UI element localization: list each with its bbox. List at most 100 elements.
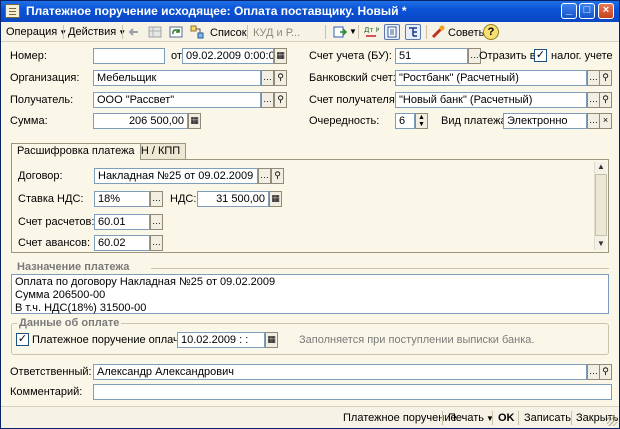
calculator-icon[interactable]: ▦ [269, 191, 282, 207]
structure-icon[interactable] [189, 24, 205, 40]
nds-input[interactable]: 31 500,00 [197, 191, 269, 207]
select-contract-button[interactable]: … [258, 168, 271, 184]
priority-input[interactable]: 6 [395, 113, 415, 129]
responsible-label: Ответственный: [10, 366, 92, 378]
enter-based-icon[interactable] [332, 24, 348, 40]
minimize-button[interactable]: _ [561, 3, 577, 19]
calendar-icon[interactable]: ▦ [265, 332, 278, 348]
reflect-label: Отразить в: [479, 50, 539, 62]
organization-input[interactable]: Мебельщик [93, 70, 261, 86]
resize-grip-icon[interactable] [607, 416, 617, 426]
settlement-account-label: Счет расчетов: [18, 216, 95, 228]
purpose-textarea[interactable]: Оплата по договору Накладная №25 от 09.0… [11, 274, 609, 314]
chevron-down-icon[interactable]: ▼ [349, 24, 357, 40]
paid-hint: Заполняется при поступлении выписки банк… [299, 334, 535, 346]
maximize-button[interactable]: □ [579, 3, 595, 19]
organization-label: Организация: [10, 72, 80, 84]
contract-input[interactable]: Накладная №25 от 09.02.2009 [94, 168, 258, 184]
clear-icon[interactable]: × [599, 113, 612, 129]
recipient-input[interactable]: ООО "Рассвет" [93, 92, 261, 108]
calculator-icon[interactable]: ▦ [188, 113, 201, 129]
contract-label: Договор: [18, 170, 63, 182]
tax-accounting-checkbox[interactable]: ✓ [534, 49, 547, 62]
toolbar-separator [325, 25, 326, 39]
sum-input[interactable]: 206 500,00 [93, 113, 188, 129]
select-advance-account-button[interactable]: … [150, 235, 163, 251]
paid-checkbox[interactable]: ✓ [16, 333, 29, 346]
toolbar-separator [358, 25, 359, 39]
save-button[interactable]: Записать [524, 411, 571, 425]
search-icon[interactable]: ⚲ [274, 92, 287, 108]
help-icon[interactable]: ? [483, 24, 499, 40]
purpose-line: Сумма 206500-00 [15, 289, 106, 301]
grid-icon[interactable] [147, 24, 163, 40]
recipient-label: Получатель: [10, 94, 74, 106]
comment-label: Комментарий: [10, 386, 83, 398]
advance-account-input[interactable]: 60.02 [94, 235, 150, 251]
operation-menu[interactable]: Операция▼ [6, 24, 67, 40]
scroll-thumb[interactable] [595, 174, 607, 236]
print-menu-button[interactable]: Печать ▼ [448, 411, 494, 426]
tab-payment-breakdown[interactable]: Расшифровка платежа [11, 143, 141, 160]
search-icon[interactable]: ⚲ [599, 92, 612, 108]
close-window-button[interactable]: × [598, 3, 614, 19]
toolbar-separator [426, 25, 427, 39]
hierarchy-icon[interactable] [405, 24, 421, 40]
priority-stepper[interactable]: ▲ ▼ [415, 113, 428, 129]
payment-data-title: Данные об оплате [17, 317, 122, 329]
number-label: Номер: [10, 50, 47, 62]
purpose-title: Назначение платежа [17, 261, 130, 273]
command-separator [518, 411, 519, 425]
purpose-line: В т.ч. НДС(18%) 31500-00 [15, 302, 147, 314]
payment-type-input[interactable]: Электронно [503, 113, 587, 129]
select-vat-rate-button[interactable]: … [150, 191, 163, 207]
scroll-down-icon[interactable]: ▼ [595, 239, 607, 250]
back-arrow-icon[interactable] [126, 24, 142, 40]
command-separator [571, 411, 572, 425]
paid-date-input[interactable]: 10.02.2009 : : [177, 332, 265, 348]
date-from-label: от [171, 50, 182, 62]
title-bar[interactable]: Платежное поручение исходящее: Оплата по… [1, 1, 619, 22]
kudir-button[interactable]: КУД и Р... [253, 25, 300, 41]
tab-scrollbar[interactable]: ▲ ▼ [594, 162, 607, 250]
search-icon[interactable]: ⚲ [271, 168, 284, 184]
bank-account-input[interactable]: "Ростбанк" (Расчетный) [395, 70, 587, 86]
paid-label: Платежное поручение оплачено: [32, 334, 201, 346]
ok-button[interactable]: OK [498, 411, 515, 425]
search-icon[interactable]: ⚲ [274, 70, 287, 86]
toolbar-separator [122, 25, 123, 39]
advice-icon [430, 24, 446, 40]
dt-kt-icon[interactable]: Дт Кт [363, 24, 385, 40]
scroll-up-icon[interactable]: ▲ [595, 162, 607, 173]
actions-menu-label: Действия [68, 26, 117, 38]
nds-label: НДС: [170, 193, 197, 205]
comment-input[interactable] [93, 384, 612, 400]
select-organization-button[interactable]: … [261, 70, 274, 86]
actions-menu[interactable]: Действия▼ [68, 24, 126, 40]
date-input[interactable]: 09.02.2009 0:00:00 [182, 48, 274, 64]
list-button[interactable]: Список [210, 25, 247, 41]
account-input[interactable]: 51 [395, 48, 468, 64]
recipient-account-input[interactable]: "Новый банк" (Расчетный) [395, 92, 587, 108]
select-settlement-account-button[interactable]: … [150, 214, 163, 230]
section-divider [151, 268, 609, 269]
refresh-icon[interactable] [168, 24, 184, 40]
purpose-line: Оплата по договору Накладная №25 от 09.0… [15, 276, 276, 288]
window-title: Платежное поручение исходящее: Оплата по… [26, 4, 407, 18]
responsible-input[interactable]: Александр Александрович [93, 364, 587, 380]
select-recipient-button[interactable]: … [261, 92, 274, 108]
settlement-account-input[interactable]: 60.01 [94, 214, 150, 230]
vat-rate-input[interactable]: 18% [94, 191, 150, 207]
search-icon[interactable]: ⚲ [599, 364, 612, 380]
command-separator [442, 411, 443, 425]
calendar-icon[interactable]: ▦ [274, 48, 287, 64]
print-form-button[interactable]: Платежное поручение [343, 411, 457, 425]
command-separator [492, 411, 493, 425]
advice-button[interactable]: Советы [448, 25, 486, 41]
document-icon [5, 4, 20, 18]
number-input[interactable] [93, 48, 165, 64]
bank-account-label: Банковский счет: [309, 72, 396, 84]
document-view-icon[interactable] [384, 24, 400, 40]
search-icon[interactable]: ⚲ [599, 70, 612, 86]
toolbar-separator [63, 25, 64, 39]
